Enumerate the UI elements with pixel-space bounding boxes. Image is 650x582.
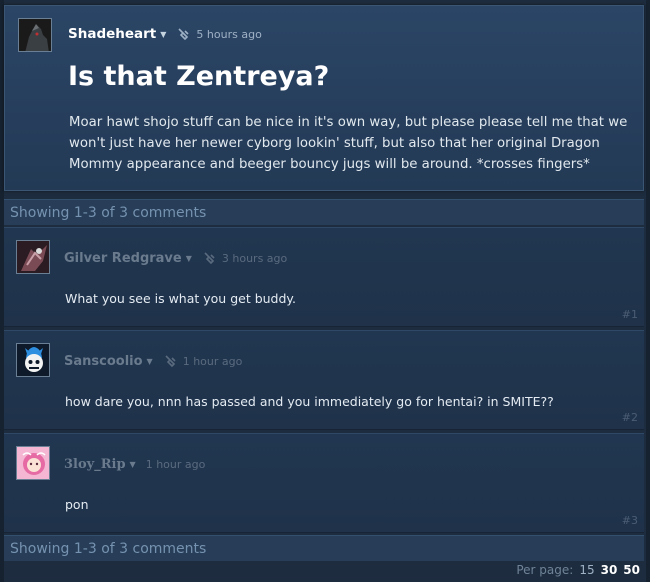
chevron-down-icon[interactable]: ▼: [160, 30, 166, 39]
right-edge: [646, 0, 650, 582]
comment-text: how dare you, nnn has passed and you imm…: [65, 394, 554, 409]
post-time: 5 hours ago: [196, 27, 262, 41]
per-page-label: Per page:: [516, 563, 574, 577]
comment-author-line: Sanscoolio ▼ 1 hour ago: [64, 351, 242, 371]
comment-number[interactable]: #3: [622, 514, 638, 527]
pin-icon: [178, 28, 189, 41]
comment-text: pon: [65, 497, 89, 512]
topic-body: Moar hawt shojo stuff can be nice in it'…: [69, 115, 628, 172]
comment-author-line: 3loy_Rip ▼ 1 hour ago: [64, 454, 205, 474]
topic-post: Shadeheart ▼ 5 hours ago Is that Zentrey…: [4, 5, 644, 191]
comment: Gilver Redgrave ▼ 3 hours ago What you s…: [4, 227, 644, 327]
comment-number[interactable]: #2: [622, 411, 638, 424]
showing-count-bottom: Showing 1-3 of 3 comments: [4, 535, 644, 561]
comment-time: 1 hour ago: [145, 457, 206, 471]
author-name[interactable]: 3loy_Rip: [64, 457, 126, 472]
avatar[interactable]: [16, 343, 50, 377]
author-name[interactable]: Gilver Redgrave: [64, 251, 182, 266]
chevron-down-icon[interactable]: ▼: [130, 460, 136, 469]
per-page-option-30[interactable]: 30: [601, 563, 618, 577]
comment: Sanscoolio ▼ 1 hour ago how dare you, nn…: [4, 330, 644, 430]
comment-time: 1 hour ago: [182, 354, 243, 368]
topic-author-line: Shadeheart ▼ 5 hours ago: [68, 24, 262, 44]
showing-count-top: Showing 1-3 of 3 comments: [4, 199, 644, 225]
avatar[interactable]: [18, 18, 52, 52]
avatar[interactable]: [16, 446, 50, 480]
per-page-selector: Per page: 15 30 50: [516, 563, 640, 577]
avatar[interactable]: [16, 240, 50, 274]
per-page-option-15[interactable]: 15: [579, 563, 594, 577]
author-name[interactable]: Shadeheart: [68, 26, 156, 42]
author-name[interactable]: Sanscoolio: [64, 354, 143, 369]
comment-number[interactable]: #1: [622, 308, 638, 321]
comment-text: What you see is what you get buddy.: [65, 291, 297, 306]
chevron-down-icon[interactable]: ▼: [147, 357, 153, 366]
pin-icon: [165, 355, 176, 368]
comment-time: 3 hours ago: [221, 251, 288, 265]
comment: 3loy_Rip ▼ 1 hour ago pon #3: [4, 433, 644, 533]
comment-author-line: Gilver Redgrave ▼ 3 hours ago: [64, 248, 287, 268]
per-page-option-50[interactable]: 50: [623, 563, 640, 577]
pin-icon: [204, 252, 215, 265]
chevron-down-icon[interactable]: ▼: [186, 254, 192, 263]
topic-title: Is that Zentreya?: [68, 61, 330, 92]
